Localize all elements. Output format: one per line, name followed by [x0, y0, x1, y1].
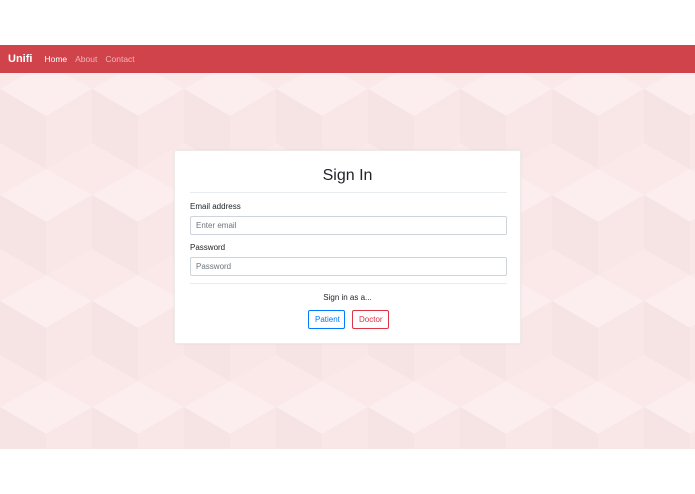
patient-button[interactable]: Patient — [308, 310, 345, 329]
email-label: Email address — [190, 202, 241, 211]
role-prompt: Sign in as a... — [323, 293, 372, 302]
app-viewport: Unifi Home About Contact Sign In Email a… — [0, 45, 695, 449]
nav-link-home[interactable]: Home — [44, 54, 67, 64]
divider-bottom — [190, 283, 507, 284]
email-input[interactable] — [190, 216, 507, 235]
doctor-button[interactable]: Doctor — [352, 310, 389, 329]
password-label: Password — [190, 243, 226, 252]
nav-link-contact[interactable]: Contact — [105, 54, 134, 64]
signin-title: Sign In — [322, 167, 373, 184]
signin-card: Sign In Email address Password Sign in a… — [174, 150, 521, 344]
password-input[interactable] — [190, 257, 507, 276]
divider-top — [190, 192, 507, 193]
brand-logo[interactable]: Unifi — [8, 53, 32, 65]
navbar: Unifi Home About Contact — [0, 45, 695, 73]
nav-link-about[interactable]: About — [75, 54, 97, 64]
